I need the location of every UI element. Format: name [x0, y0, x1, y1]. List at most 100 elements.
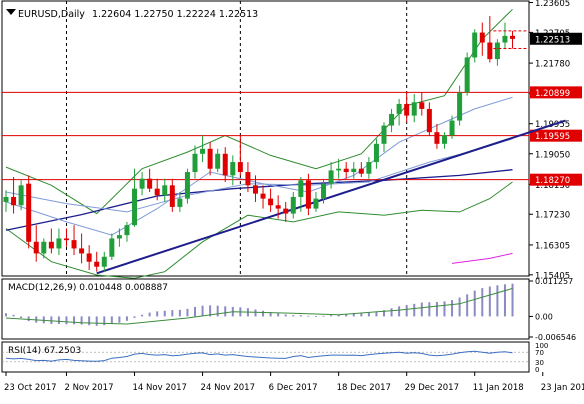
macd-histogram-bar — [307, 315, 310, 317]
candle-body — [260, 193, 266, 199]
candle-body — [33, 241, 39, 254]
macd-histogram-bar — [12, 314, 15, 317]
candle-body — [184, 172, 190, 199]
macd-histogram-bar — [194, 306, 196, 317]
macd-histogram-bar — [398, 306, 401, 317]
macd-histogram-bar — [420, 302, 423, 317]
x-tick-label: 24 Nov 2017 — [201, 383, 255, 393]
macd-histogram-bar — [254, 309, 257, 317]
macd-histogram-bar — [20, 316, 23, 318]
macd-histogram-bar — [466, 294, 469, 317]
level-label: 1.19595 — [535, 132, 570, 142]
macd-histogram-bar — [277, 313, 280, 317]
candle-body — [222, 153, 228, 176]
macd-histogram-bar — [57, 316, 60, 324]
macd-histogram-bar — [451, 300, 454, 317]
macd-histogram-bar — [201, 305, 204, 317]
macd-histogram-bar — [435, 301, 438, 317]
macd-tick-label: 0.00 — [535, 312, 553, 321]
candle-body — [389, 113, 395, 126]
x-tick-label: 18 Dec 2017 — [337, 383, 391, 393]
candle-body — [298, 180, 304, 197]
candle-body — [162, 185, 168, 196]
candle-body — [479, 32, 485, 43]
candle-body — [457, 92, 463, 121]
candle-body — [169, 185, 175, 207]
candle-body — [230, 162, 236, 176]
candle-body — [86, 253, 92, 262]
macd-histogram-bar — [125, 316, 128, 321]
price-pane-frame — [1, 0, 530, 277]
macd-histogram-bar — [496, 285, 499, 317]
price-tick-label: 1.21780 — [535, 60, 570, 70]
candle-body — [268, 198, 274, 206]
chart-svg: 1.236051.227051.217801.208751.199551.190… — [1, 0, 584, 393]
candle-body — [109, 238, 115, 257]
candle-body — [313, 198, 319, 209]
macd-pane: MACD(12,26,9) 0.010448 0.008887 0.011257 0… — [1, 277, 576, 342]
candle-body — [192, 153, 198, 173]
candle-body — [41, 241, 47, 254]
macd-histogram-bar — [352, 313, 355, 317]
candle-body — [283, 208, 289, 214]
price-tick-label: 1.23605 — [535, 0, 570, 9]
candle-body — [139, 178, 145, 189]
macd-histogram-bar — [322, 315, 325, 317]
candle-body — [177, 198, 183, 207]
macd-histogram-bar — [141, 314, 144, 317]
candle-body — [351, 168, 357, 173]
macd-histogram-bar — [367, 312, 370, 317]
rsi-pane: RSI(14) 67.2503 10070300 — [1, 341, 548, 374]
candle-body — [396, 103, 402, 114]
macd-histogram-bar — [284, 314, 287, 317]
candle-body — [472, 32, 478, 58]
macd-histogram-bar — [5, 313, 7, 317]
macd-histogram-bar — [224, 306, 227, 317]
candle-body — [336, 168, 342, 171]
price-tick-label: 1.16305 — [535, 241, 570, 251]
candle-body — [71, 240, 77, 249]
overlay: EURUSD,Daily 1.22604 1.22750 1.22224 1.2… — [6, 9, 258, 20]
x-tick-label: 29 Dec 2017 — [405, 383, 459, 393]
macd-histogram-bar — [80, 316, 83, 325]
candle-body — [290, 196, 296, 214]
level-label: 1.20899 — [535, 89, 570, 99]
macd-histogram-bar — [360, 313, 363, 317]
macd-histogram-bar — [65, 316, 68, 325]
candle-body — [207, 148, 213, 169]
candle-body — [464, 57, 470, 93]
x-tick-label: 2 Nov 2017 — [64, 383, 113, 393]
candle-body — [101, 256, 107, 267]
macd-histogram-bar — [503, 284, 506, 317]
macd-histogram-bar — [299, 315, 302, 317]
candle-body — [147, 178, 153, 189]
macd-tick-label: 0.011257 — [535, 277, 573, 286]
candle-body — [215, 153, 221, 169]
macd-histogram-bar — [413, 303, 416, 317]
macd-histogram-bar — [156, 311, 159, 317]
candle-body — [26, 183, 32, 242]
candle-body — [245, 172, 251, 186]
macd-histogram-bar — [314, 316, 317, 317]
macd-histogram-bar — [133, 316, 136, 318]
macd-histogram-bar — [428, 302, 431, 317]
candle-body — [434, 132, 440, 144]
macd-histogram-bar — [488, 286, 491, 317]
rsi-tick-label: 0 — [535, 366, 539, 374]
candle-body — [411, 102, 417, 116]
chart-symbol: EURUSD,Daily — [18, 9, 85, 20]
candle-body — [275, 205, 281, 209]
candle-body — [373, 143, 379, 163]
macd-histogram-bar — [95, 316, 98, 326]
candle-body — [366, 162, 372, 174]
candle-body — [237, 162, 243, 173]
price-tick-label: 1.19050 — [535, 150, 570, 160]
candle-body — [48, 241, 54, 249]
macd-histogram-bar — [103, 316, 106, 326]
candle-body — [56, 238, 62, 249]
macd-histogram-bar — [186, 308, 189, 317]
level-label: 1.18270 — [535, 176, 570, 186]
candle-body — [132, 188, 138, 226]
candle-body — [419, 102, 425, 109]
rsi-tick-label: 70 — [535, 349, 544, 357]
